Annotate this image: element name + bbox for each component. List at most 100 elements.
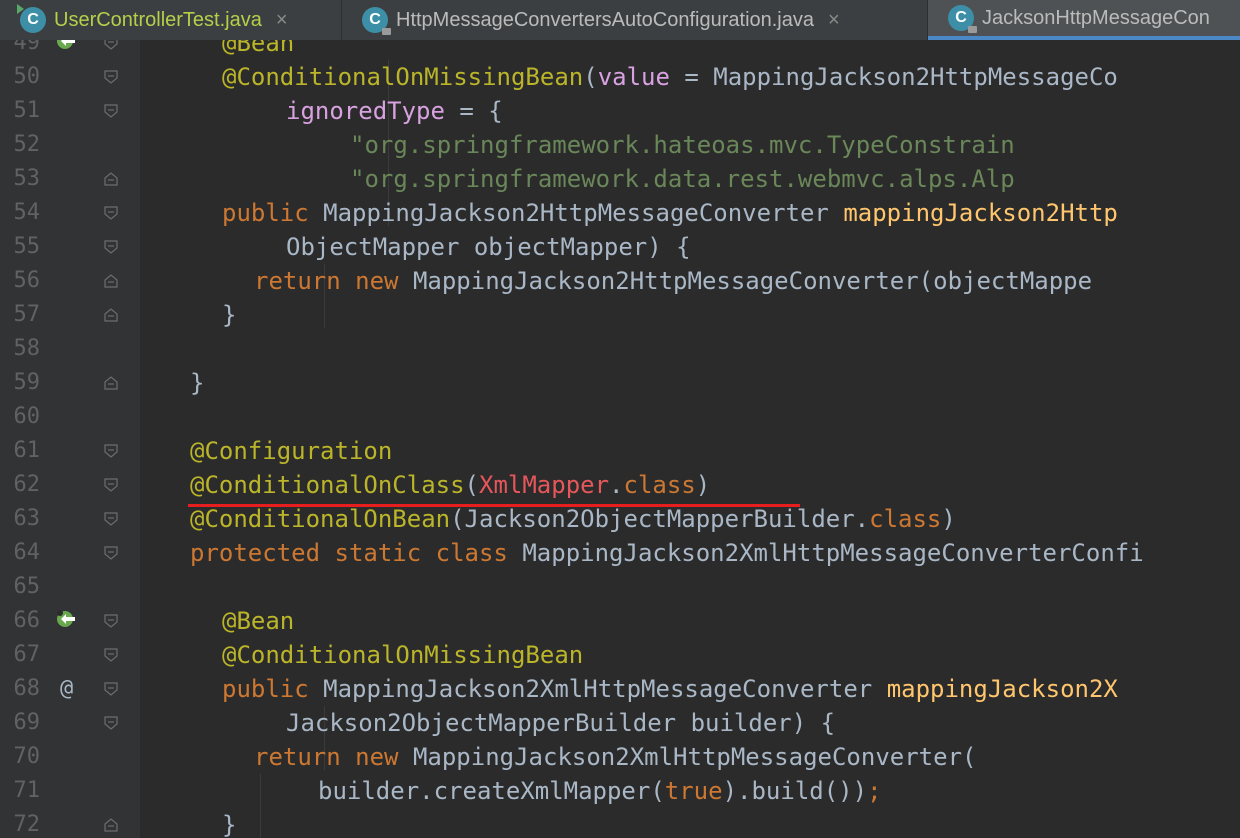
code-text: } [222,298,236,332]
code-text: Jackson2ObjectMapperBuilder builder) { [286,706,835,740]
line-number: 61 [13,438,41,463]
tab-label: UserControllerTest.java [54,8,262,31]
line-number: 72 [13,812,41,837]
fold-start-icon[interactable] [104,40,118,50]
line-number: 69 [13,710,41,735]
code-token: @ConditionalOnClass [190,471,465,499]
code-text: ObjectMapper objectMapper) { [286,230,691,264]
tab-label: JacksonHttpMessageCon [982,6,1210,29]
code-line[interactable]: 64 protected static class MappingJackson2… [0,536,1240,570]
code-line[interactable]: 71 builder.createXmlMapper(true).build())… [0,774,1240,808]
code-text: @Bean [222,40,294,60]
tab-http-message-converters-auto-configuration[interactable]: C HttpMessageConvertersAutoConfiguration… [342,0,928,40]
code-line[interactable]: 58 [0,332,1240,366]
class-icon: C [362,7,391,35]
fold-start-icon[interactable] [104,444,118,458]
code-text: builder.createXmlMapper(true).build()); [318,774,882,808]
code-text: "org.springframework.hateoas.mvc.TypeCon… [350,128,1015,162]
code-token: (Jackson2ObjectMapperBuilder. [450,505,870,533]
code-text: ignoredType = { [286,94,503,128]
fold-start-icon[interactable] [104,512,118,526]
code-token: ObjectMapper objectMapper) { [286,233,691,261]
code-line[interactable]: 51 ignoredType = { [0,94,1240,128]
code-token: @ConditionalOnMissingBean [222,641,584,669]
code-line[interactable]: 61 @Configuration [0,434,1240,468]
code-line[interactable]: 66 @Bean [0,604,1240,638]
fold-end-icon[interactable] [104,308,118,322]
code-text: @Bean [222,604,294,638]
line-number: 68 [13,676,41,701]
line-number: 54 [13,200,41,225]
fold-start-icon[interactable] [104,614,118,628]
code-token: return new [254,267,413,295]
code-line[interactable]: 65 [0,570,1240,604]
fold-start-icon[interactable] [104,546,118,560]
bean-navigate-icon[interactable] [55,40,79,54]
fold-start-icon[interactable] [104,716,118,730]
code-line[interactable]: 62 @ConditionalOnClass(XmlMapper.class) [0,468,1240,502]
fold-start-icon[interactable] [104,206,118,220]
code-token: public [222,199,324,227]
fold-end-icon[interactable] [104,376,118,390]
tab-jackson-http-message-converters[interactable]: C JacksonHttpMessageCon [928,0,1240,40]
fold-end-icon[interactable] [104,274,118,288]
code-token: ) [695,471,711,499]
code-token: ) [941,505,956,533]
fold-start-icon[interactable] [104,240,118,254]
close-icon[interactable]: × [276,9,288,32]
code-text: } [222,808,236,838]
code-token: } [190,369,205,397]
code-line[interactable]: 54 public MappingJackson2HttpMessageConve… [0,196,1240,230]
line-number: 64 [13,540,41,565]
code-line[interactable]: 60 [0,400,1240,434]
line-number: 65 [13,574,41,599]
code-line[interactable]: 50 @ConditionalOnMissingBean(value = Mapp… [0,60,1240,94]
code-line[interactable]: 55 ObjectMapper objectMapper) { [0,230,1240,264]
code-line[interactable]: 70 return new MappingJackson2XmlHttpMessa… [0,740,1240,774]
fold-end-icon[interactable] [104,172,118,186]
close-icon[interactable]: × [828,9,840,32]
code-line[interactable]: 59} [0,366,1240,400]
line-number: 51 [13,98,41,123]
fold-start-icon[interactable] [104,478,118,492]
autowired-at-icon[interactable]: @ [60,672,73,706]
line-number: 55 [13,234,41,259]
code-line[interactable]: 52 "org.springframework.hateoas.mvc.TypeC… [0,128,1240,162]
code-token: MappingJackson2HttpMessageConverter(obje… [412,267,1093,295]
code-text: @ConditionalOnClass(XmlMapper.class) [190,468,710,502]
code-line[interactable]: 49 @Bean [0,40,1240,60]
code-line[interactable]: 68 @ public MappingJackson2XmlHttpMessageC… [0,672,1240,706]
code-token: XmlMapper [479,471,610,499]
code-line[interactable]: 69 Jackson2ObjectMapperBuilder builder) { [0,706,1240,740]
code-token: "org.springframework.hateoas.mvc.TypeCon… [350,131,1015,159]
code-line[interactable]: 63 @ConditionalOnBean(Jackson2ObjectMappe… [0,502,1240,536]
code-token: class [623,471,696,499]
editor-tab-bar: C UserControllerTest.java × C HttpMessag… [0,0,1240,40]
line-number: 53 [13,166,41,191]
code-text: @ConditionalOnBean(Jackson2ObjectMapperB… [190,502,956,536]
tab-user-controller-test[interactable]: C UserControllerTest.java × [0,0,342,40]
line-number: 60 [13,404,41,429]
fold-start-icon[interactable] [104,70,118,84]
code-line[interactable]: 67 @ConditionalOnMissingBean [0,638,1240,672]
fold-start-icon[interactable] [104,104,118,118]
line-number: 62 [13,472,41,497]
code-line[interactable]: 57} [0,298,1240,332]
code-line[interactable]: 72} [0,808,1240,838]
code-text: @ConditionalOnMissingBean(value = Mappin… [222,60,1118,94]
code-token: MappingJackson2XmlHttpMessageConverter [323,675,887,703]
code-line[interactable]: 56 return new MappingJackson2HttpMessageC… [0,264,1240,298]
code-line[interactable]: 53 "org.springframework.data.rest.webmvc.… [0,162,1240,196]
line-number: 50 [13,64,41,89]
code-token: @Bean [222,40,295,57]
line-number: 71 [13,778,41,803]
fold-end-icon[interactable] [104,818,118,832]
code-token: true [664,777,723,805]
test-class-icon: C [17,4,46,33]
bean-navigate-icon[interactable] [55,608,79,632]
code-editor[interactable]: 49 @Bean 50 @ConditionalOnMissingBean(value… [0,40,1240,838]
error-underline [188,504,800,507]
fold-start-icon[interactable] [104,648,118,662]
fold-start-icon[interactable] [104,682,118,696]
code-text: public MappingJackson2HttpMessageConvert… [222,196,1118,230]
